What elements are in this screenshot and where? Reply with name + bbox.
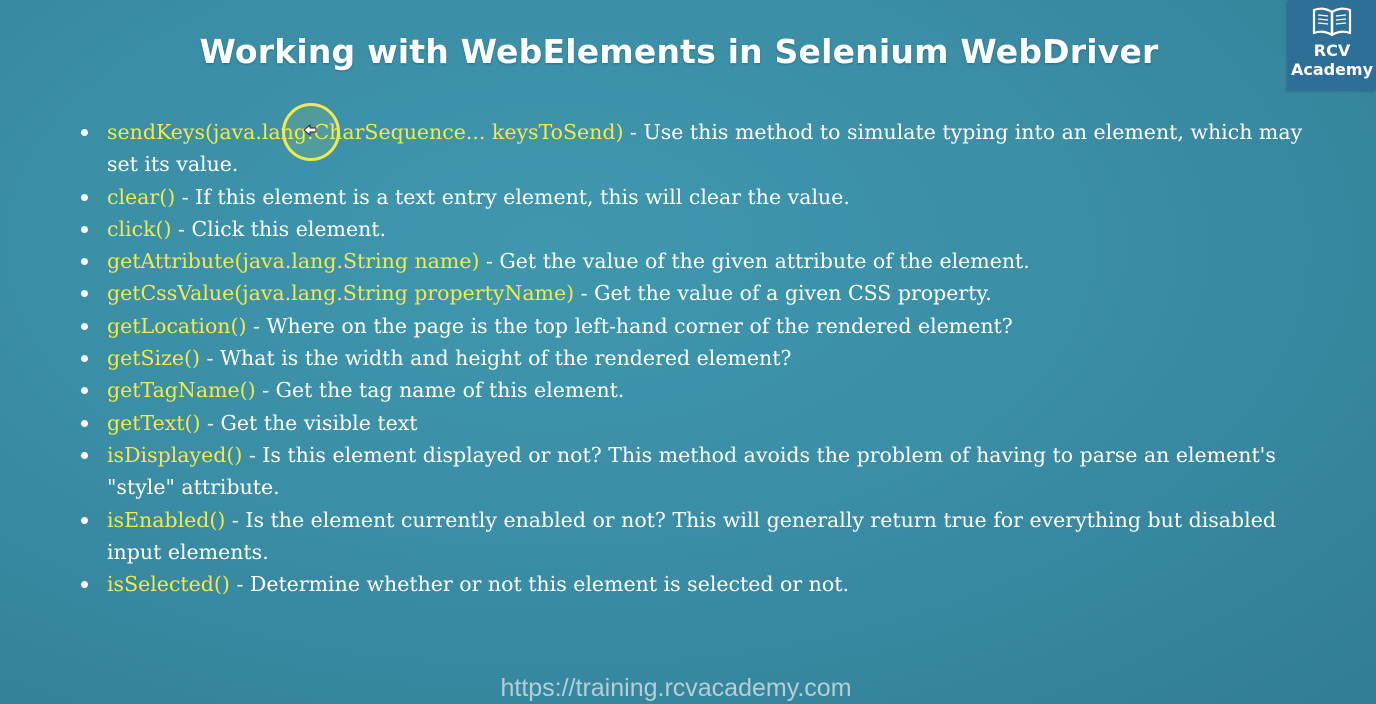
arrow-cursor-icon	[303, 124, 317, 136]
method-list: sendKeys(java.lang.CharSequence... keysT…	[78, 116, 1316, 600]
slide-title: Working with WebElements in Selenium Web…	[199, 32, 1159, 71]
logo-text-line2: Academy	[1290, 60, 1374, 79]
method-signature: getAttribute(java.lang.String name)	[107, 249, 480, 274]
method-description: - Is the element currently enabled or no…	[107, 507, 1276, 564]
method-description: - Is this element displayed or not? This…	[107, 442, 1276, 500]
method-description: - Get the value of the given attribute o…	[479, 249, 1030, 274]
method-item-getcssvalue: getCssValue(java.lang.String propertyNam…	[78, 277, 1316, 309]
method-signature: click()	[107, 216, 172, 241]
method-item-isenabled: isEnabled() - Is the element currently e…	[78, 504, 1316, 569]
method-description: - Click this element.	[171, 216, 387, 241]
method-description: - Get the tag name of this element.	[255, 378, 625, 403]
method-description: - Where on the page is the top left-hand…	[246, 313, 1013, 338]
method-item-click: click() - Click this element.	[78, 213, 1316, 245]
method-item-isselected: isSelected() - Determine whether or not …	[78, 568, 1316, 600]
method-description: - Determine whether or not this element …	[229, 572, 849, 597]
method-item-gettagname: getTagName() - Get the tag name of this …	[78, 374, 1316, 406]
method-signature: isSelected()	[107, 572, 230, 597]
method-description: - Get the value of a given CSS property.	[574, 281, 992, 306]
method-description: - Get the visible text	[200, 410, 418, 435]
book-icon	[1312, 7, 1352, 37]
bullet	[81, 387, 88, 395]
bullet	[81, 193, 88, 201]
method-item-clear: clear() - If this element is a text entr…	[78, 181, 1316, 213]
method-signature: getSize()	[107, 346, 201, 371]
footer-url: https://training.rcvacademy.com	[500, 674, 852, 702]
method-item-gettext: getText() - Get the visible text	[78, 407, 1316, 439]
method-description: - What is the width and height of the re…	[200, 346, 792, 371]
bullet	[81, 355, 88, 363]
method-item-sendkeys: sendKeys(java.lang.CharSequence... keysT…	[78, 116, 1316, 181]
bullet	[81, 451, 88, 459]
bullet	[81, 419, 88, 427]
logo-text-line1: RCV	[1313, 41, 1351, 60]
bullet	[81, 225, 88, 233]
bullet	[81, 290, 88, 298]
method-signature: isEnabled()	[107, 507, 226, 532]
method-signature: sendKeys(java.lang.CharSequence... keysT…	[107, 120, 624, 144]
bullet	[81, 581, 88, 589]
method-signature: getText()	[107, 410, 201, 435]
method-signature: isDisplayed()	[107, 442, 243, 467]
bullet	[81, 322, 88, 330]
method-item-getlocation: getLocation() - Where on the page is the…	[78, 310, 1316, 342]
method-item-isdisplayed: isDisplayed() - Is this element displaye…	[78, 439, 1316, 504]
bullet	[81, 129, 88, 136]
bullet	[81, 516, 88, 524]
method-description: - If this element is a text entry elemen…	[175, 184, 850, 209]
method-signature: getLocation()	[107, 313, 247, 338]
rcv-academy-logo: RCV Academy	[1288, 0, 1376, 90]
method-signature: getCssValue(java.lang.String propertyNam…	[107, 281, 575, 306]
method-signature: getTagName()	[107, 378, 256, 403]
method-signature: clear()	[107, 184, 176, 209]
method-item-getattribute: getAttribute(java.lang.String name) - Ge…	[78, 245, 1316, 277]
bullet	[81, 258, 88, 266]
method-item-getsize: getSize() - What is the width and height…	[78, 342, 1316, 374]
